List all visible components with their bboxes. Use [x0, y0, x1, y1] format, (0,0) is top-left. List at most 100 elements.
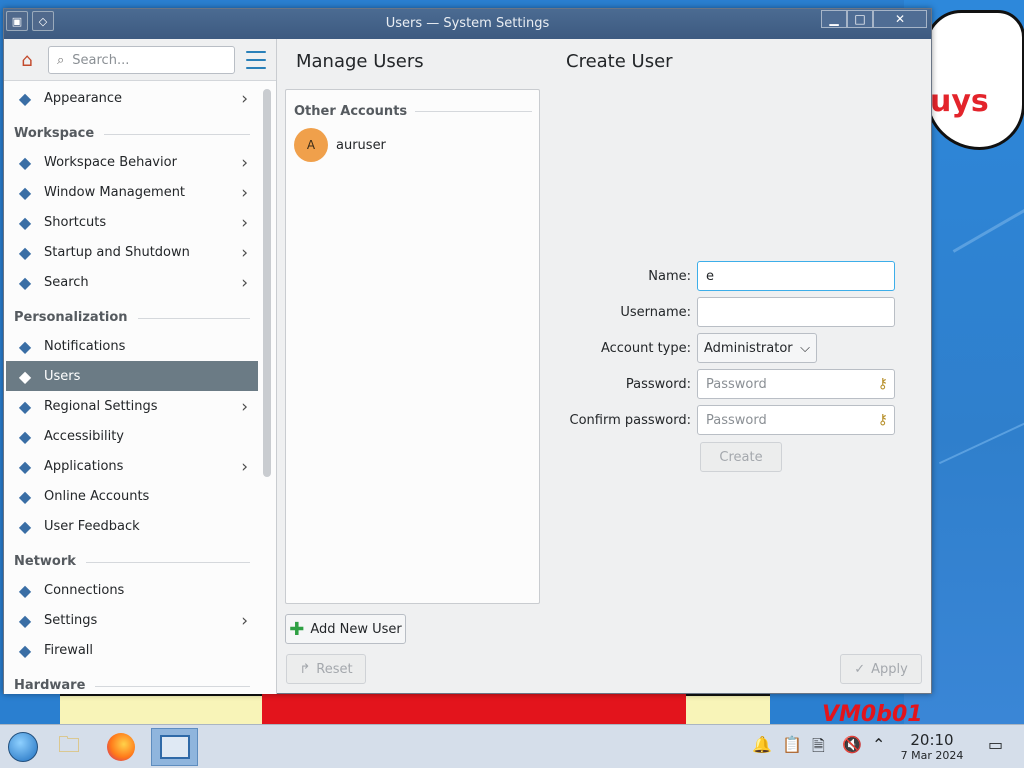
show-desktop-icon[interactable]: ▭: [988, 735, 1003, 754]
reset-button[interactable]: ↱ Reset: [286, 654, 366, 684]
sidebar-item-online-accounts[interactable]: ◆ Online Accounts: [6, 481, 258, 511]
sidebar-item-label: Users: [44, 368, 81, 384]
reset-icon: ↱: [299, 661, 311, 677]
sidebar-item-label: Search: [44, 274, 89, 290]
minimize-button[interactable]: ▁: [821, 10, 847, 28]
sidebar-section-title: Workspace: [14, 126, 95, 141]
sidebar-section-header: Network: [6, 541, 258, 575]
sidebar-item-users[interactable]: ◆ Users: [6, 361, 258, 391]
window-titlebar[interactable]: ▣ ◇ Users — System Settings ▁ □ ✕: [4, 9, 931, 39]
volume-muted-icon[interactable]: 🔇: [842, 735, 862, 754]
sidebar-item-notifications[interactable]: ◆ Notifications: [6, 331, 258, 361]
sidebar-item-accessibility[interactable]: ◆ Accessibility: [6, 421, 258, 451]
window-title: Users — System Settings: [385, 16, 550, 31]
user-list-item[interactable]: A auruser: [294, 128, 386, 162]
notifications-bell-icon[interactable]: 🔔: [752, 735, 772, 754]
account-type-select[interactable]: Administrator ⌵: [697, 333, 817, 363]
sidebar-scrollbar[interactable]: [263, 89, 271, 477]
keyboard-icon: ◆: [18, 212, 32, 232]
username-label: Username:: [620, 304, 691, 320]
sidebar-item-label: Firewall: [44, 642, 94, 658]
chevron-right-icon: ›: [241, 213, 248, 233]
search-input[interactable]: [72, 52, 213, 68]
username-input[interactable]: [706, 304, 866, 320]
file-manager-icon[interactable]: 🗀: [48, 728, 90, 766]
sidebar-item-connections[interactable]: ◆ Connections: [6, 575, 258, 605]
other-accounts-header: Other Accounts: [294, 104, 532, 119]
clipboard-icon[interactable]: 📋: [782, 735, 802, 754]
sidebar-item-search[interactable]: ◆ Search ›: [6, 267, 258, 297]
password-field[interactable]: ⚷: [697, 369, 895, 399]
sidebar-section-title: Hardware: [14, 678, 86, 693]
chevron-right-icon: ›: [241, 397, 248, 417]
confirm-password-input[interactable]: [706, 412, 866, 428]
clock-date[interactable]: 7 Mar 2024: [890, 749, 974, 762]
accessibility-icon: ◆: [18, 426, 32, 446]
name-field[interactable]: [697, 261, 895, 291]
create-button[interactable]: Create: [700, 442, 782, 472]
chevron-right-icon: ›: [241, 89, 248, 109]
confirm-password-field[interactable]: ⚷: [697, 405, 895, 435]
checkmark-icon: ✓: [854, 661, 866, 677]
globe-icon: ◆: [18, 396, 32, 416]
sidebar-item-label: Connections: [44, 582, 125, 598]
sidebar-item-label: Applications: [44, 458, 124, 474]
network-settings-icon: ◆: [18, 610, 32, 630]
password-label: Password:: [625, 376, 691, 392]
window-content: ⌂ ⌕ ◆ Appearance › Workspace ◆ Workspace Beha…: [4, 39, 931, 694]
username-field[interactable]: [697, 297, 895, 327]
confirm-password-row: Confirm password: ⚷: [559, 405, 899, 435]
sidebar-item-label: Workspace Behavior: [44, 154, 177, 170]
sidebar-item-label: Notifications: [44, 338, 126, 354]
password-generator-icon[interactable]: ⚷: [878, 412, 888, 428]
sidebar-item-window-management[interactable]: ◆ Window Management ›: [6, 177, 258, 207]
confirm-password-label: Confirm password:: [569, 412, 691, 428]
network-globe-icon: ◆: [18, 580, 32, 600]
password-input[interactable]: [706, 376, 866, 392]
user-name: auruser: [336, 137, 386, 153]
close-button[interactable]: ✕: [873, 10, 927, 28]
sidebar-item-user-feedback[interactable]: ◆ User Feedback: [6, 511, 258, 541]
chevron-right-icon: ›: [241, 183, 248, 203]
search-icon: ◆: [18, 272, 32, 292]
password-generator-icon[interactable]: ⚷: [878, 376, 888, 392]
settings-sidebar: ⌂ ⌕ ◆ Appearance › Workspace ◆ Workspace Beha…: [4, 39, 277, 694]
wallpaper-red-block: [262, 694, 686, 724]
add-new-user-button[interactable]: ✚ Add New User: [285, 614, 406, 644]
sidebar-header: ⌂ ⌕: [4, 39, 276, 81]
sidebar-item-label: Regional Settings: [44, 398, 158, 414]
sidebar-section-header: Hardware: [6, 665, 258, 694]
clock-time[interactable]: 20:10: [900, 731, 964, 749]
chevron-up-icon[interactable]: ⌃: [872, 735, 885, 754]
applications-icon: ◆: [18, 456, 32, 476]
sidebar-item-workspace-behavior[interactable]: ◆ Workspace Behavior ›: [6, 147, 258, 177]
plus-icon: ✚: [289, 618, 305, 640]
firefox-icon[interactable]: [100, 728, 142, 766]
chevron-right-icon: ›: [241, 611, 248, 631]
sidebar-item-applications[interactable]: ◆ Applications ›: [6, 451, 258, 481]
name-row: Name:: [559, 261, 899, 291]
sidebar-item-regional-settings[interactable]: ◆ Regional Settings ›: [6, 391, 258, 421]
maximize-button[interactable]: □: [847, 10, 873, 28]
sidebar-item-appearance[interactable]: ◆ Appearance ›: [6, 83, 258, 113]
avatar: A: [294, 128, 328, 162]
battery-icon[interactable]: 🗎: [812, 735, 825, 762]
sidebar-search[interactable]: ⌕: [48, 46, 235, 74]
appearance-icon: ◆: [18, 88, 32, 108]
sidebar-item-startup-and-shutdown[interactable]: ◆ Startup and Shutdown ›: [6, 237, 258, 267]
sidebar-item-label: Startup and Shutdown: [44, 244, 190, 260]
sidebar-item-label: Accessibility: [44, 428, 124, 444]
sidebar-item-label: Settings: [44, 612, 98, 628]
password-row: Password: ⚷: [559, 369, 899, 399]
workspace-behavior-icon: ◆: [18, 152, 32, 172]
sidebar-item-settings[interactable]: ◆ Settings ›: [6, 605, 258, 635]
home-icon[interactable]: ⌂: [14, 47, 40, 73]
system-settings-task-icon[interactable]: [151, 728, 198, 766]
sidebar-item-shortcuts[interactable]: ◆ Shortcuts ›: [6, 207, 258, 237]
name-input[interactable]: [706, 268, 866, 284]
hamburger-menu-icon[interactable]: [246, 51, 266, 69]
start-menu-icon[interactable]: [2, 728, 44, 766]
feedback-icon: ◆: [18, 516, 32, 536]
apply-button[interactable]: ✓ Apply: [840, 654, 922, 684]
sidebar-item-firewall[interactable]: ◆ Firewall: [6, 635, 258, 665]
